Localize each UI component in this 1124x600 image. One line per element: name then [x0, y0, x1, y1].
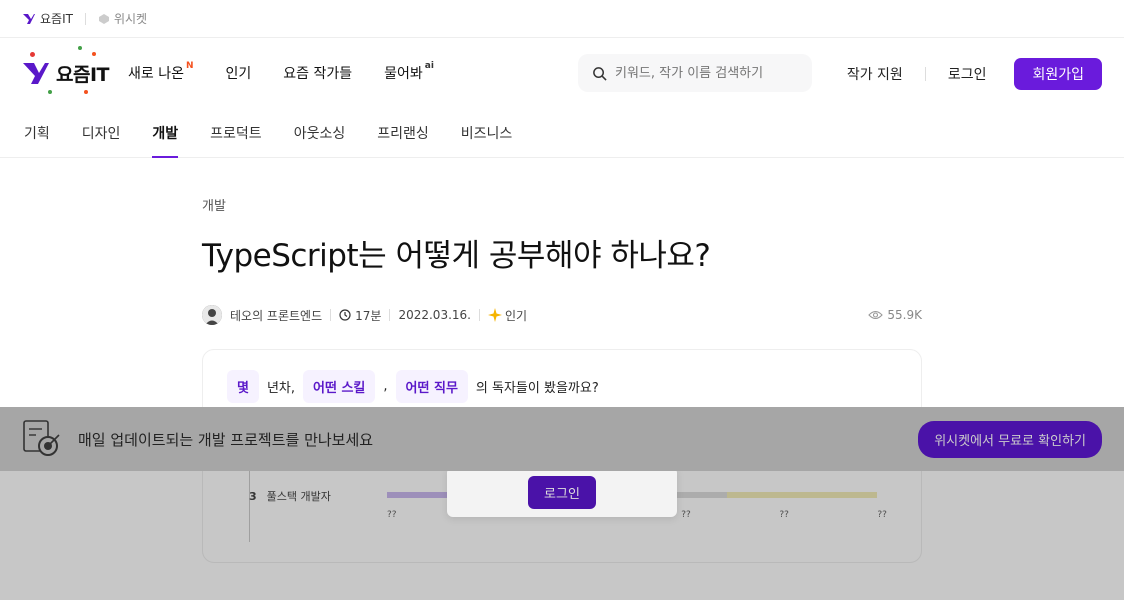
publish-date: 2022.03.16.: [398, 308, 471, 322]
header-actions: 작가 지원 로그인 회원가입: [847, 58, 1102, 90]
utility-brand[interactable]: 요즘IT: [22, 10, 73, 27]
utility-brand-label: 요즘IT: [40, 12, 73, 26]
logo-dot: [78, 46, 82, 50]
utility-wishket[interactable]: 위시켓: [98, 10, 147, 27]
article-category[interactable]: 개발: [202, 195, 922, 214]
view-count: 55.9K: [868, 308, 922, 322]
logo-text: 요즘IT: [56, 63, 110, 86]
nav-writers[interactable]: 요즘 작가들: [283, 63, 352, 83]
tab-planning[interactable]: 기획: [24, 108, 50, 158]
nav-ask-badge: ai: [424, 61, 434, 72]
tab-design[interactable]: 디자인: [82, 108, 121, 158]
document-target-icon: [23, 420, 60, 456]
article-title: TypeScript는 어떻게 공부해야 하나요?: [202, 238, 711, 274]
question-text-3: 의 독자들이 봤을까요?: [475, 381, 599, 396]
chip-role[interactable]: 어떤 직무: [395, 370, 468, 403]
project-banner: 매일 업데이트되는 개발 프로젝트를 만나보세요 위시켓에서 무료로 확인하기: [0, 407, 1124, 471]
writer-support-link[interactable]: 작가 지원: [847, 64, 903, 84]
eye-icon: [868, 310, 884, 320]
logo-dot: [92, 52, 96, 56]
logo-dot: [48, 90, 52, 94]
author-avatar[interactable]: [202, 305, 222, 325]
nav-popular[interactable]: 인기: [226, 63, 252, 83]
banner-cta-button[interactable]: 위시켓에서 무료로 확인하기: [918, 420, 1102, 458]
meta-separator: [389, 309, 391, 321]
search-input[interactable]: [615, 65, 795, 81]
banner-text: 매일 업데이트되는 개발 프로젝트를 만나보세요: [78, 430, 374, 449]
yozm-logo-icon: [23, 63, 49, 84]
popular-badge: 인기: [504, 308, 528, 323]
nav-new-badge: N: [185, 61, 194, 72]
header-separator: [924, 67, 926, 81]
overlay-login-button[interactable]: 로그인: [528, 475, 596, 509]
nav-ask[interactable]: 물어봐 ai: [384, 61, 434, 83]
utility-separator: [84, 12, 86, 25]
meta-separator: [478, 309, 480, 321]
main-header: 요즘IT 새로 나온N 인기 요즘 작가들 물어봐ai 작가 지원 로그인 회원…: [0, 38, 1124, 108]
clock-icon: [339, 309, 351, 321]
tab-development[interactable]: 개발: [152, 108, 178, 158]
nav-writers-label: 요즘 작가들: [283, 66, 353, 82]
nav-ask-label: 물어봐: [384, 66, 423, 82]
yozm-logo-icon: [23, 13, 35, 24]
tab-business[interactable]: 비즈니스: [461, 108, 513, 158]
login-link[interactable]: 로그인: [948, 64, 987, 84]
wishket-icon: [98, 13, 109, 24]
avatar-icon: [202, 305, 222, 325]
signup-button[interactable]: 회원가입: [1014, 58, 1102, 90]
chip-skill[interactable]: 어떤 스킬: [303, 370, 376, 403]
article-meta: 테오의 프론트엔드 17분 2022.03.16. 인기 55.9K: [202, 305, 922, 325]
view-count-value: 55.9K: [887, 308, 922, 322]
question-text-2: ,: [383, 379, 388, 394]
sparkle-icon: [487, 308, 502, 322]
tab-outsourcing[interactable]: 아웃소싱: [294, 108, 346, 158]
search-box[interactable]: [578, 54, 812, 92]
tab-freelancing[interactable]: 프리랜싱: [377, 108, 429, 158]
utility-bar: 요즘IT 위시켓: [0, 0, 1124, 38]
meta-separator: [330, 309, 332, 321]
nav-new-label: 새로 나온: [128, 66, 184, 82]
logo-dot: [30, 52, 35, 57]
chip-years[interactable]: 몇: [227, 370, 259, 403]
site-logo[interactable]: 요즘IT: [22, 46, 122, 98]
nav-popular-label: 인기: [225, 66, 252, 82]
author-name[interactable]: 테오의 프론트엔드: [230, 307, 322, 324]
utility-wishket-label: 위시켓: [113, 12, 148, 26]
main-nav: 새로 나온 N 인기 요즘 작가들 물어봐 ai: [128, 61, 434, 83]
logo-dot: [84, 90, 88, 94]
reader-stats-question: 몇 년차, 어떤 스킬 , 어떤 직무 의 독자들이 봤을까요?: [227, 370, 897, 403]
login-prompt-card: 로그인: [447, 467, 677, 517]
nav-new[interactable]: 새로 나온 N: [128, 61, 194, 83]
tab-product[interactable]: 프로덕트: [210, 108, 262, 158]
question-text-1: 년차,: [266, 381, 296, 396]
category-tabs: 기획 디자인 개발 프로덕트 아웃소싱 프리랜싱 비즈니스: [0, 108, 1124, 158]
search-icon: [593, 66, 607, 81]
read-time: 17분: [355, 308, 382, 323]
